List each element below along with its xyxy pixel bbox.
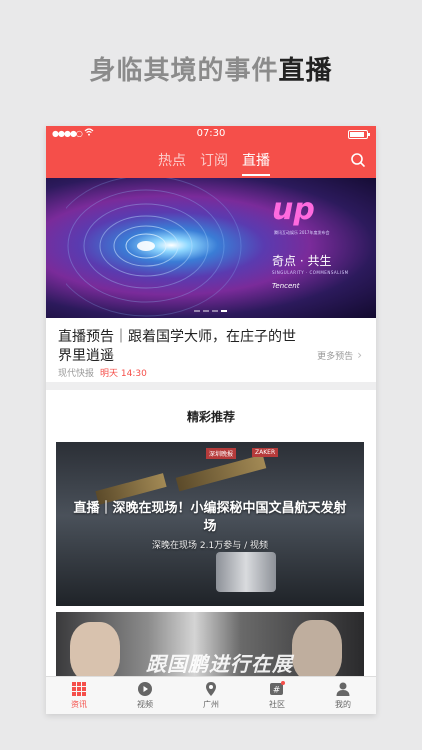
play-icon bbox=[138, 682, 152, 696]
live-preview-source: 现代快报 bbox=[58, 369, 95, 379]
live-preview-time: 明天 14:30 bbox=[100, 369, 147, 379]
banner-brand: Tencent bbox=[272, 282, 300, 290]
hashtag-icon: # bbox=[270, 681, 285, 696]
status-bar: ●●●●○ 07:30 bbox=[46, 126, 376, 142]
nav-tabs: 热点 订阅 直播 bbox=[158, 150, 270, 176]
page-headline: 身临其境的事件直播 bbox=[0, 50, 422, 87]
carousel-dot-active[interactable] bbox=[221, 310, 227, 312]
featured-card[interactable]: 跟国鹏进行在展 bbox=[56, 612, 364, 676]
location-pin-icon bbox=[206, 682, 216, 696]
tab-live[interactable]: 直播 bbox=[242, 150, 270, 176]
tab-me[interactable]: 我的 bbox=[310, 677, 376, 714]
status-time: 07:30 bbox=[196, 128, 226, 139]
more-previews-label: 更多预告 bbox=[317, 352, 354, 362]
banner-logo: up bbox=[272, 192, 315, 227]
svg-text:#: # bbox=[273, 686, 281, 696]
bottom-tab-bar: 资讯 视频 广州 # 社区 我的 bbox=[46, 676, 376, 714]
tab-label: 广州 bbox=[203, 700, 219, 709]
live-preview-item[interactable]: 直播预告｜跟着国学大师，在庄子的世界里逍遥 现代快报 明天 14:30 更多预告 › bbox=[46, 318, 376, 382]
tab-city[interactable]: 广州 bbox=[178, 677, 244, 714]
tab-subscribe[interactable]: 订阅 bbox=[200, 150, 228, 170]
tab-label: 我的 bbox=[335, 700, 351, 709]
carousel-dot[interactable] bbox=[203, 310, 209, 312]
grid-icon bbox=[72, 682, 86, 696]
solar-panel-graphic bbox=[175, 454, 267, 492]
live-preview-title: 直播预告｜跟着国学大师，在庄子的世界里逍遥 bbox=[58, 329, 296, 364]
tab-news[interactable]: 资讯 bbox=[46, 677, 112, 714]
person-icon bbox=[336, 682, 350, 696]
vortex-graphic bbox=[66, 178, 242, 317]
tab-video[interactable]: 视频 bbox=[112, 677, 178, 714]
banner-title: 奇点 · 共生 bbox=[272, 254, 332, 268]
battery-icon bbox=[348, 130, 370, 139]
person-photo bbox=[70, 622, 120, 676]
card-title: 跟国鹏进行在展 bbox=[146, 652, 293, 676]
card-source-tag: ZAKER bbox=[252, 448, 279, 457]
spacecraft-graphic bbox=[216, 552, 276, 592]
search-icon[interactable] bbox=[350, 152, 366, 168]
live-preview-meta: 现代快报 明天 14:30 bbox=[58, 366, 147, 379]
tab-community[interactable]: # 社区 bbox=[244, 677, 310, 714]
carousel-dot[interactable] bbox=[194, 310, 200, 312]
tab-label: 社区 bbox=[269, 700, 285, 709]
chevron-right-icon: › bbox=[357, 348, 362, 362]
person-photo bbox=[292, 620, 342, 676]
tab-hot[interactable]: 热点 bbox=[158, 150, 186, 170]
featured-card[interactable]: 深圳晚报 ZAKER 直播｜深晚在现场！小编探秘中国文昌航天发射场 深晚在现场 … bbox=[56, 442, 364, 606]
card-meta: 深晚在现场 2.1万参与 / 视频 bbox=[152, 541, 268, 551]
banner-subtitle: 腾讯互动娱乐 2017年度发布会 bbox=[274, 230, 330, 235]
more-previews-link[interactable]: 更多预告 › bbox=[317, 348, 362, 362]
tab-label: 资讯 bbox=[71, 700, 87, 709]
card-source-tag: 深圳晚报 bbox=[206, 448, 237, 459]
divider bbox=[46, 382, 376, 390]
carousel-indicator bbox=[194, 310, 227, 312]
tab-label: 视频 bbox=[137, 700, 153, 709]
card-title: 直播｜深晚在现场！小编探秘中国文昌航天发射场 bbox=[73, 501, 347, 534]
headline-emphasis: 直播 bbox=[278, 56, 333, 86]
top-nav: 热点 订阅 直播 bbox=[46, 142, 376, 178]
hero-banner[interactable]: up 腾讯互动娱乐 2017年度发布会 奇点 · 共生 SINGULARITY … bbox=[46, 178, 376, 318]
carousel-dot[interactable] bbox=[212, 310, 218, 312]
phone-screen: ●●●●○ 07:30 热点 订阅 直播 up 腾讯互动娱乐 2017年度发布会… bbox=[46, 126, 376, 714]
banner-title-en: SINGULARITY · COMMENSALISM bbox=[272, 270, 349, 275]
headline-text: 身临其境的事件 bbox=[89, 56, 279, 86]
section-title: 精彩推荐 bbox=[186, 410, 235, 424]
